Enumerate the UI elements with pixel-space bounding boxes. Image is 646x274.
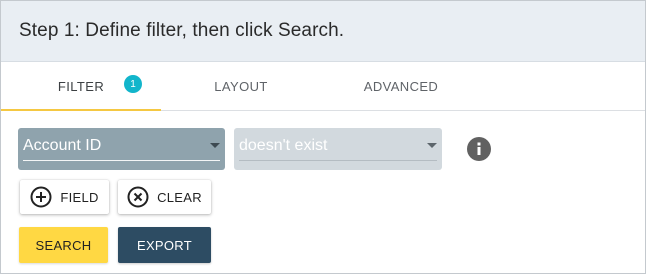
tab-layout-label: LAYOUT: [214, 78, 268, 94]
tab-layout[interactable]: LAYOUT: [161, 62, 321, 110]
search-button-label: SEARCH: [35, 237, 92, 253]
active-tab-indicator: [1, 109, 161, 111]
search-button[interactable]: SEARCH: [19, 227, 108, 263]
field-select[interactable]: Account ID: [18, 128, 225, 170]
tab-bar: FILTER 1 LAYOUT ADVANCED: [1, 62, 645, 111]
operator-select-underline: [239, 160, 437, 161]
filter-panel: Step 1: Define filter, then click Search…: [0, 0, 646, 274]
info-icon[interactable]: [467, 137, 491, 161]
filter-count-badge: 1: [124, 75, 142, 93]
tab-advanced-label: ADVANCED: [363, 78, 439, 94]
field-select-value: Account ID: [23, 137, 102, 154]
field-select-underline: [23, 160, 220, 161]
clear-button[interactable]: CLEAR: [118, 180, 211, 214]
chevron-down-icon: [427, 143, 437, 148]
x-circle-icon: [127, 186, 149, 208]
clear-button-label: CLEAR: [157, 189, 202, 205]
plus-circle-icon: [30, 186, 52, 208]
page-title: Step 1: Define filter, then click Search…: [19, 20, 345, 41]
add-field-button[interactable]: FIELD: [20, 180, 109, 214]
export-button[interactable]: EXPORT: [118, 227, 211, 263]
operator-select[interactable]: doesn't exist: [234, 128, 442, 170]
add-field-button-label: FIELD: [60, 189, 99, 205]
operator-select-value: doesn't exist: [239, 137, 328, 154]
export-button-label: EXPORT: [136, 237, 193, 253]
tab-filter-label: FILTER: [57, 78, 105, 94]
panel-header: Step 1: Define filter, then click Search…: [1, 1, 645, 62]
tab-advanced[interactable]: ADVANCED: [321, 62, 481, 110]
chevron-down-icon: [210, 143, 220, 148]
